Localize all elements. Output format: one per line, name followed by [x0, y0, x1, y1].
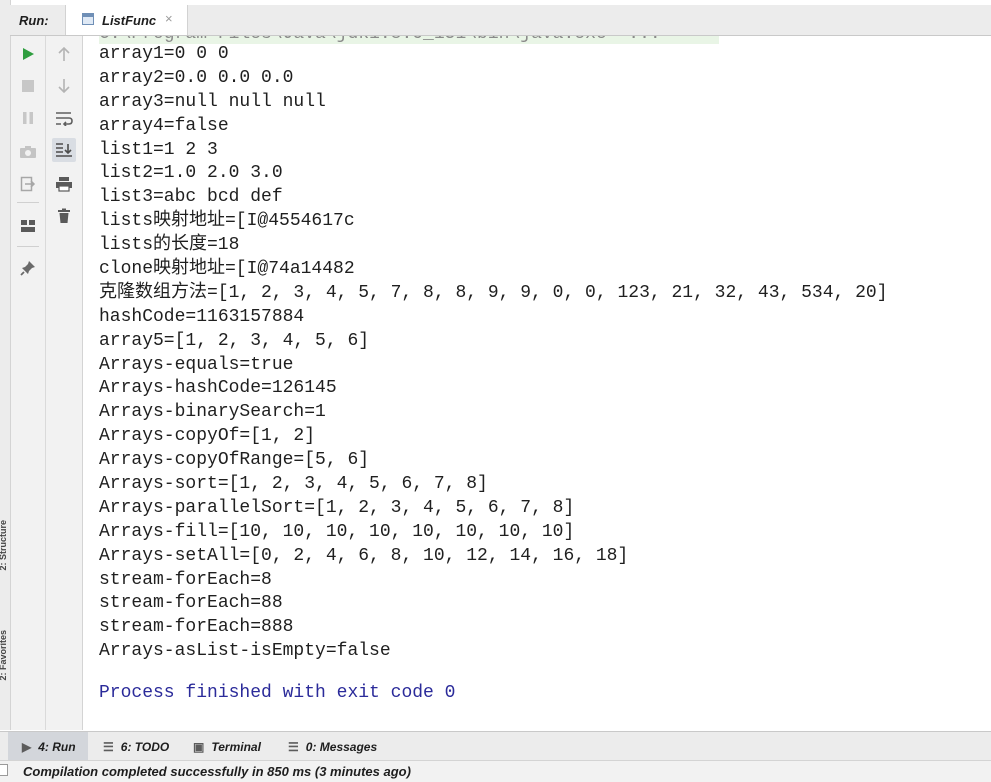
output-line: Arrays-setAll=[0, 2, 4, 6, 8, 10, 12, 14…: [99, 545, 629, 566]
pause-icon: [23, 112, 33, 124]
structure-side-tab[interactable]: 2: Structure: [0, 520, 10, 571]
output-line: list2=1.0 2.0 3.0: [99, 163, 283, 184]
layout-icon: [21, 220, 35, 232]
previous-occurrence-button[interactable]: [52, 42, 76, 66]
run-toolbar-secondary: [46, 36, 83, 730]
print-icon: [56, 177, 72, 192]
exit-button[interactable]: [16, 172, 40, 196]
soft-wrap-button[interactable]: [52, 106, 76, 130]
terminal-icon: ▣: [193, 739, 205, 754]
toolbar-divider: [17, 202, 39, 203]
left-tool-strip: 2: Structure 2: Favorites: [0, 0, 11, 730]
output-line: array2=0.0 0.0 0.0: [99, 67, 294, 88]
output-line: 克隆数组方法=[1, 2, 3, 4, 5, 7, 8, 8, 9, 9, 0,…: [99, 282, 888, 303]
screenshot-button[interactable]: [16, 140, 40, 164]
rerun-button[interactable]: [16, 42, 40, 66]
arrow-up-icon: [58, 46, 70, 61]
favorites-side-tab[interactable]: 2: Favorites: [0, 630, 10, 681]
todo-tool-tab[interactable]: ☰ 6: TODO: [103, 732, 169, 761]
layout-button[interactable]: [16, 214, 40, 238]
output-line: Arrays-fill=[10, 10, 10, 10, 10, 10, 10,…: [99, 521, 575, 542]
tool-window-bar: ▶ 4: Run ☰ 6: TODO ▣ Terminal ☰ 0: Messa…: [0, 731, 991, 761]
output-line: Arrays-asList-isEmpty=false: [99, 641, 391, 662]
console-output[interactable]: C:\Program Files\Java\jdk1.8.0_151\bin\j…: [83, 36, 991, 730]
output-line: Arrays-sort=[1, 2, 3, 4, 5, 6, 7, 8]: [99, 474, 488, 495]
run-tool-tab-label: 4: Run: [38, 739, 76, 754]
run-panel-header: Run: ListFunc ×: [10, 5, 991, 36]
stop-button[interactable]: [16, 74, 40, 98]
pin-icon: [20, 261, 35, 276]
scroll-to-end-icon: [56, 143, 72, 157]
trash-icon: [58, 208, 70, 223]
stop-icon: [22, 80, 34, 92]
output-line: Arrays-equals=true: [99, 354, 294, 375]
output-line: Arrays-copyOf=[1, 2]: [99, 426, 316, 447]
messages-tool-tab[interactable]: ☰ 0: Messages: [288, 732, 377, 761]
status-bar: Compilation completed successfully in 85…: [0, 760, 991, 782]
output-line: array1=0 0 0: [99, 44, 229, 64]
arrow-down-icon: [58, 79, 70, 94]
output-line: list1=1 2 3: [99, 139, 218, 160]
soft-wrap-icon: [56, 112, 73, 126]
output-line: array4=false: [99, 115, 229, 136]
run-tool-tab[interactable]: ▶ 4: Run: [8, 732, 88, 761]
camera-icon: [20, 146, 36, 158]
exit-icon: [20, 176, 36, 192]
application-icon: [82, 13, 94, 25]
todo-list-icon: ☰: [103, 739, 114, 754]
output-line: stream-forEach=88: [99, 593, 283, 614]
output-line: Arrays-parallelSort=[1, 2, 3, 4, 5, 6, 7…: [99, 497, 575, 518]
toolbar-divider: [17, 246, 39, 247]
next-occurrence-button[interactable]: [52, 74, 76, 98]
run-config-tab-title: ListFunc: [102, 13, 157, 28]
messages-icon: ☰: [288, 739, 299, 754]
close-icon[interactable]: ×: [165, 11, 173, 26]
output-line: hashCode=1163157884: [99, 306, 305, 327]
output-line: list3=abc bcd def: [99, 187, 283, 208]
output-line: array3=null null null: [99, 91, 326, 112]
output-line: lists的长度=18: [99, 235, 240, 256]
terminal-tool-tab[interactable]: ▣ Terminal: [193, 732, 261, 761]
scroll-to-end-button[interactable]: [52, 138, 76, 162]
process-finished-message: Process finished with exit code 0: [99, 683, 456, 703]
output-line: array5=[1, 2, 3, 4, 5, 6]: [99, 330, 370, 351]
output-line: Arrays-copyOfRange=[5, 6]: [99, 450, 370, 471]
run-config-tab[interactable]: ListFunc ×: [65, 5, 188, 35]
tool-windows-toggle-icon[interactable]: [0, 764, 8, 776]
pin-tab-button[interactable]: [16, 256, 40, 280]
status-message: Compilation completed successfully in 85…: [23, 764, 411, 779]
output-line: Arrays-hashCode=126145: [99, 378, 337, 399]
output-line: clone映射地址=[I@74a14482: [99, 259, 355, 280]
terminal-tool-tab-label: Terminal: [211, 739, 261, 754]
clear-all-button[interactable]: [52, 204, 76, 228]
pause-button[interactable]: [16, 106, 40, 130]
play-icon: [23, 48, 34, 60]
output-line: stream-forEach=888: [99, 617, 294, 638]
print-button[interactable]: [52, 172, 76, 196]
output-line: Arrays-binarySearch=1: [99, 402, 326, 423]
messages-tool-tab-label: 0: Messages: [305, 739, 378, 754]
todo-tool-tab-label: 6: TODO: [120, 739, 170, 754]
output-lines: array1=0 0 0 array2=0.0 0.0 0.0 array3=n…: [99, 43, 888, 664]
run-icon: ▶: [22, 739, 32, 754]
run-panel-label: Run:: [19, 13, 49, 28]
output-line: stream-forEach=8: [99, 569, 272, 590]
output-line: lists映射地址=[I@4554617c: [99, 211, 355, 232]
run-toolbar-primary: [11, 36, 46, 730]
